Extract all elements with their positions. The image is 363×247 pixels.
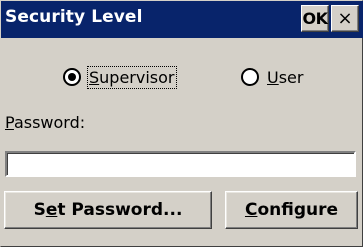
radio-supervisor[interactable]: Supervisor xyxy=(63,65,177,89)
user-radio-button[interactable] xyxy=(241,68,259,86)
ok-button[interactable]: OK xyxy=(301,5,329,32)
radio-user[interactable]: User xyxy=(241,65,303,89)
close-icon: × xyxy=(337,8,353,29)
supervisor-radio-button[interactable] xyxy=(63,68,81,86)
configure-button[interactable]: Configure xyxy=(225,191,358,229)
security-level-dialog: Security Level OK × Supervisor User Pass… xyxy=(0,0,363,247)
close-button[interactable]: × xyxy=(331,5,359,32)
window-title: Security Level xyxy=(5,7,143,27)
password-label: Password: xyxy=(5,113,86,132)
set-password-button[interactable]: Set Password... xyxy=(4,191,212,229)
title-bar: Security Level OK × xyxy=(1,1,363,38)
supervisor-radio-label[interactable]: Supervisor xyxy=(87,65,177,89)
user-radio-label[interactable]: User xyxy=(267,68,303,87)
password-input[interactable] xyxy=(5,151,356,177)
